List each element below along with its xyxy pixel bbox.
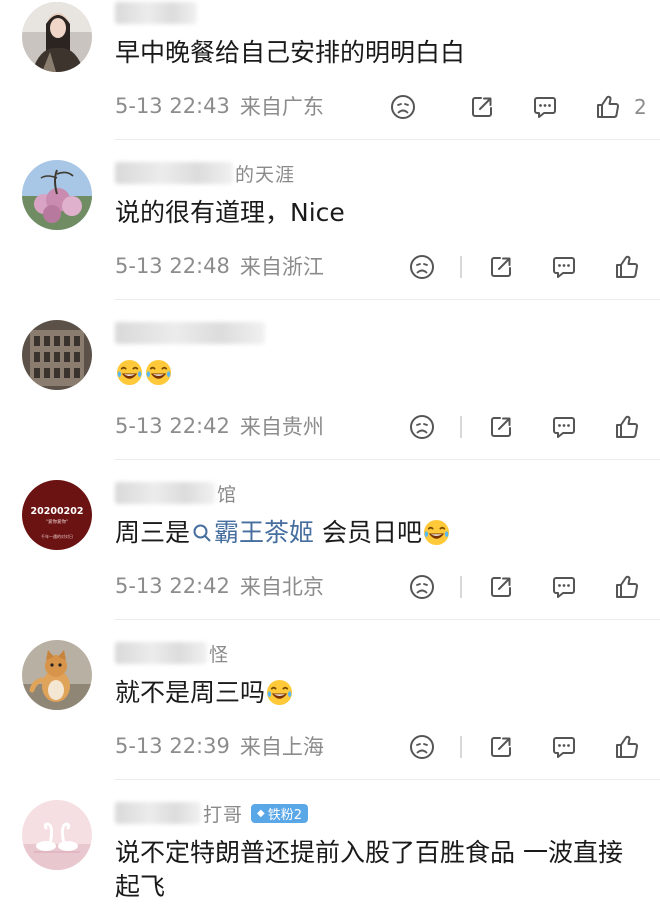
avatar[interactable] [22,640,92,710]
avatar[interactable] [22,800,92,870]
topic-link[interactable]: 霸王茶姬 [190,518,314,547]
thumbs-up-icon[interactable] [613,413,641,441]
location: 来自北京 [239,575,324,599]
speech-bubble-icon[interactable] [550,733,578,761]
divider [115,299,660,300]
frown-face-icon[interactable] [408,253,436,281]
thumbs-up-icon[interactable] [594,93,622,121]
comment-text: 早中晚餐给自己安排的明明白白 [115,38,466,67]
svg-text:"爱你爱你": "爱你爱你" [46,518,68,525]
username-visible: 的天涯 [235,163,296,186]
frown-face-icon[interactable] [408,573,436,601]
location: 来自浙江 [239,255,324,279]
comment-list: { "comments": [ { "username_suffix": "",… [0,0,660,914]
avatar[interactable] [22,160,92,230]
action-separator [460,576,462,598]
avatar[interactable] [22,320,92,390]
speech-bubble-icon[interactable] [531,93,559,121]
frown-face-icon[interactable] [389,93,417,121]
action-separator [460,736,462,758]
comment-text [115,356,634,390]
speech-bubble-icon[interactable] [550,573,578,601]
search-icon [193,524,211,542]
laughing-tears-emoji [423,519,450,546]
frown-face-icon[interactable] [408,733,436,761]
thumbs-up-icon[interactable] [613,733,641,761]
location: 来自贵州 [239,415,324,439]
frown-face-icon[interactable] [408,413,436,441]
username[interactable]: 的天涯 [115,160,295,186]
timestamp: 5-13 22:48 [115,254,230,278]
svg-text:千年一遇的对对日: 千年一遇的对对日 [41,533,73,539]
thumbs-up-icon[interactable] [613,253,641,281]
fan-badge-label: 铁粉2 [267,807,302,823]
timestamp: 5-13 22:39 [115,734,230,758]
share-arrow-icon[interactable] [487,413,515,441]
location: 来自广东 [239,95,324,119]
comment-text: 说不定特朗普还提前入股了百胜食品 一波直接起飞 [115,838,623,901]
comment-meta: 5-13 22:43 来自广东 [115,91,324,121]
username[interactable]: 馆 [115,480,237,506]
username[interactable] [115,0,199,26]
speech-bubble-icon[interactable] [550,413,578,441]
comment-text-body: 就不是周三吗 [115,678,266,707]
action-separator [460,416,462,438]
timestamp: 5-13 22:42 [115,414,230,438]
comment-text: 周三是 霸王茶姬 会员日吧 [115,516,634,550]
divider [115,779,660,780]
username[interactable]: 打哥 ◆ 铁粉2 [115,800,308,826]
topic-label: 霸王茶姬 [214,518,315,547]
timestamp: 5-13 22:42 [115,574,230,598]
username[interactable] [115,320,267,346]
username-visible: 打哥 [203,803,244,826]
fan-badge[interactable]: ◆ 铁粉2 [251,803,308,823]
share-arrow-icon[interactable] [487,573,515,601]
svg-text:20200202: 20200202 [31,506,84,517]
share-arrow-icon[interactable] [468,93,496,121]
laughing-tears-emoji [145,359,172,386]
comment-text: 说的很有道理，Nice [115,198,345,227]
like-count: 2 [634,95,647,119]
username-visible: 馆 [217,483,238,506]
location: 来自上海 [239,735,324,759]
laughing-tears-emoji [116,359,143,386]
diamond-icon: ◆ [257,807,265,819]
speech-bubble-icon[interactable] [550,253,578,281]
comment-meta: 5-13 22:48 来自浙江 [115,251,324,281]
comment-meta: 5-13 22:39 来自上海 [115,731,324,761]
comment-meta: 5-13 22:42 来自北京 [115,571,324,601]
action-separator [460,256,462,278]
username[interactable]: 怪 [115,640,229,666]
thumbs-up-icon[interactable] [613,573,641,601]
comment-meta: 5-13 22:42 来自贵州 [115,411,324,441]
timestamp: 5-13 22:43 [115,94,230,118]
comment-text-before: 周三是 [115,518,191,547]
username-visible: 怪 [209,643,230,666]
divider [115,459,660,460]
divider [115,139,660,140]
comment-text-after: 会员日吧 [314,518,422,547]
comment-text: 就不是周三吗 [115,676,634,710]
avatar[interactable]: 20200202 "爱你爱你" 千年一遇的对对日 [22,480,92,550]
laughing-tears-emoji [266,679,293,706]
share-arrow-icon[interactable] [487,253,515,281]
share-arrow-icon[interactable] [487,733,515,761]
avatar[interactable] [22,2,92,72]
divider [115,619,660,620]
